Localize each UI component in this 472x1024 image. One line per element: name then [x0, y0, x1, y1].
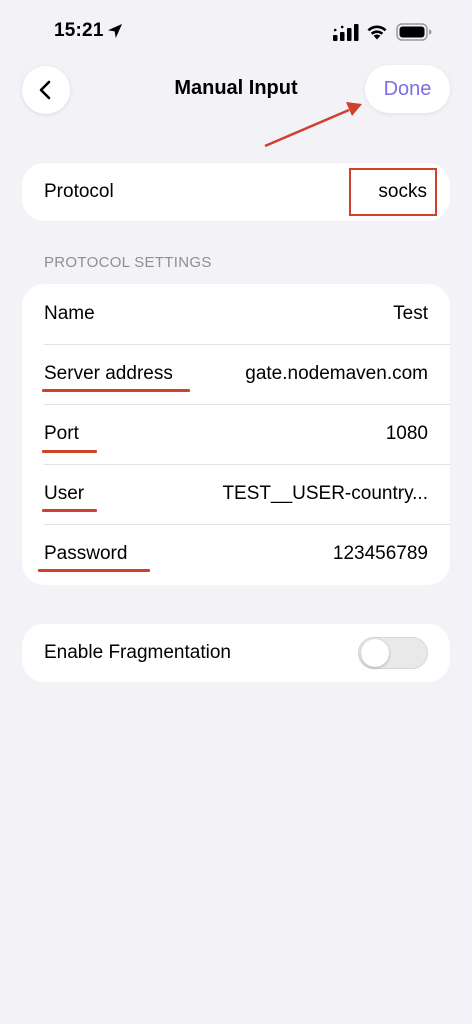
protocol-settings-card: Name Test Server address gate.nodemaven.…: [22, 284, 450, 585]
cellular-signal-icon: [333, 24, 359, 41]
section-header: PROTOCOL SETTINGS: [44, 254, 212, 271]
toggle-knob: [361, 639, 389, 667]
fragmentation-toggle[interactable]: [358, 637, 428, 669]
settings-row-user[interactable]: User TEST__USER-country...: [22, 464, 450, 524]
port-label: Port: [44, 423, 79, 444]
server-address-label: Server address: [44, 363, 173, 384]
protocol-value-highlight[interactable]: socks: [349, 168, 437, 216]
annotation-underline-server-address: [42, 389, 190, 392]
settings-row-port[interactable]: Port 1080: [22, 404, 450, 464]
annotation-underline-user: [42, 509, 97, 512]
fragmentation-label: Enable Fragmentation: [44, 642, 231, 663]
name-label: Name: [44, 303, 95, 324]
fragmentation-row: Enable Fragmentation: [22, 624, 450, 682]
settings-row-password[interactable]: Password 123456789: [22, 524, 450, 584]
name-value: Test: [393, 303, 428, 324]
settings-row-server-address[interactable]: Server address gate.nodemaven.com: [22, 344, 450, 404]
status-time: 15:21: [54, 20, 104, 41]
wifi-icon: [367, 25, 387, 40]
location-arrow-icon: [108, 24, 122, 38]
annotation-underline-port: [42, 450, 97, 453]
screen: 15:21 Manual Input Done Protocol socks P…: [0, 0, 472, 1024]
settings-row-name[interactable]: Name Test: [22, 284, 450, 344]
user-label: User: [44, 483, 85, 504]
port-value: 1080: [385, 423, 428, 444]
done-button[interactable]: Done: [365, 65, 450, 113]
protocol-card: Protocol socks: [22, 163, 450, 221]
fragmentation-card: Enable Fragmentation: [22, 624, 450, 682]
user-value: TEST__USER-country...: [222, 483, 428, 504]
password-value: 123456789: [332, 543, 428, 564]
protocol-label: Protocol: [44, 181, 114, 202]
password-label: Password: [44, 543, 128, 564]
annotation-underline-password: [38, 569, 150, 572]
battery-icon: [396, 23, 432, 41]
status-bar: 15:21: [0, 0, 472, 62]
protocol-value: socks: [378, 181, 427, 202]
server-address-value: gate.nodemaven.com: [245, 363, 428, 384]
